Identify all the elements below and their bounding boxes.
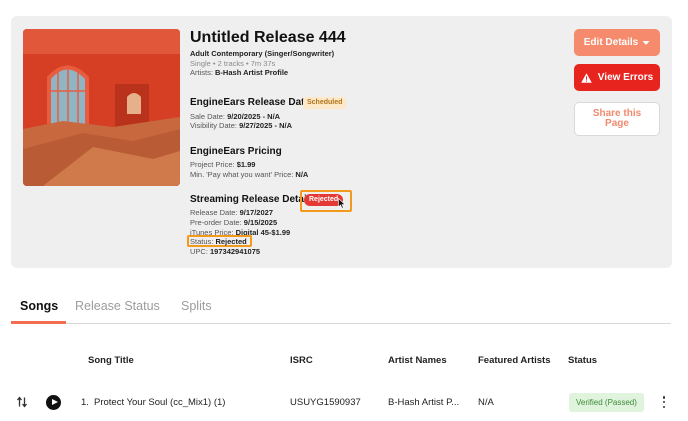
edit-details-button[interactable]: Edit Details <box>574 29 660 56</box>
scheduled-badge: Scheduled <box>303 97 347 109</box>
column-song-title: Song Title <box>88 355 134 366</box>
release-meta: Single • 2 tracks • 7m 37s <box>190 59 276 68</box>
visibility-date: Visibility Date: 9/27/2025 - N/A <box>190 121 292 130</box>
upc-label: UPC: <box>190 247 208 256</box>
visibility-date-value: 9/27/2025 - N/A <box>239 121 293 130</box>
project-price-label: Project Price: <box>190 160 235 169</box>
track-title[interactable]: Protect Your Soul (cc_Mix1) (1) <box>94 397 225 408</box>
track-isrc: USUYG1590937 <box>290 397 361 408</box>
track-artist: B-Hash Artist P... <box>388 397 460 408</box>
min-price-value: N/A <box>295 170 309 179</box>
cursor-icon <box>338 198 346 209</box>
min-price: Min. 'Pay what you want' Price: N/A <box>190 170 308 179</box>
warning-icon <box>580 72 592 83</box>
view-errors-button[interactable]: View Errors <box>574 64 660 91</box>
min-price-label: Min. 'Pay what you want' Price: <box>190 170 294 179</box>
release-artists: Artists: B-Hash Artist Profile <box>190 68 288 77</box>
release-date: Release Date: 9/17/2027 <box>190 208 273 217</box>
sale-date-value: 9/20/2025 - N/A <box>227 112 281 121</box>
preorder-date-label: Pre-order Date: <box>190 218 242 227</box>
project-price-value: $1.99 <box>236 160 256 169</box>
release-date-value: 9/17/2027 <box>239 208 273 217</box>
share-page-button[interactable]: Share this Page <box>574 102 660 136</box>
column-artist-names: Artist Names <box>388 355 447 366</box>
sort-icon[interactable] <box>16 396 28 408</box>
tab-release-status[interactable]: Release Status <box>75 299 160 313</box>
sale-date: Sale Date: 9/20/2025 - N/A <box>190 112 280 121</box>
streaming-heading: Streaming Release Details <box>190 194 316 205</box>
column-status: Status <box>568 355 598 366</box>
column-isrc: ISRC <box>290 355 313 366</box>
pricing-heading: EngineEars Pricing <box>190 146 282 157</box>
active-tab-indicator <box>11 321 66 324</box>
preorder-date: Pre-order Date: 9/15/2025 <box>190 218 277 227</box>
tab-bar: Songs Release Status Splits <box>11 296 671 324</box>
release-genre: Adult Contemporary (Singer/Songwriter) <box>190 49 335 58</box>
more-vertical-icon[interactable] <box>662 396 666 408</box>
upc: UPC: 197342941075 <box>190 247 260 256</box>
track-number: 1. <box>81 397 89 408</box>
verified-badge: Verified (Passed) <box>569 393 644 412</box>
release-date-label: Release Date: <box>190 208 238 217</box>
status-label: Status: <box>190 237 214 246</box>
tab-songs[interactable]: Songs <box>20 299 58 313</box>
status-value: Rejected <box>215 237 247 246</box>
tab-splits[interactable]: Splits <box>181 299 212 313</box>
release-dates-heading: EngineEars Release Dates <box>190 97 316 108</box>
upc-value: 197342941075 <box>210 247 261 256</box>
artists-value: B-Hash Artist Profile <box>215 68 289 77</box>
chevron-down-icon <box>642 40 650 45</box>
album-cover <box>23 29 180 186</box>
artists-label: Artists: <box>190 68 213 77</box>
streaming-status: Status: Rejected <box>190 237 247 246</box>
visibility-date-label: Visibility Date: <box>190 121 237 130</box>
track-featured: N/A <box>478 397 494 408</box>
view-errors-label: View Errors <box>597 72 654 83</box>
edit-details-label: Edit Details <box>583 37 639 48</box>
play-icon[interactable] <box>46 395 61 410</box>
release-title: Untitled Release 444 <box>190 29 346 46</box>
preorder-date-value: 9/15/2025 <box>243 218 278 227</box>
column-featured-artists: Featured Artists <box>478 355 551 366</box>
sale-date-label: Sale Date: <box>190 112 226 121</box>
project-price: Project Price: $1.99 <box>190 160 255 169</box>
